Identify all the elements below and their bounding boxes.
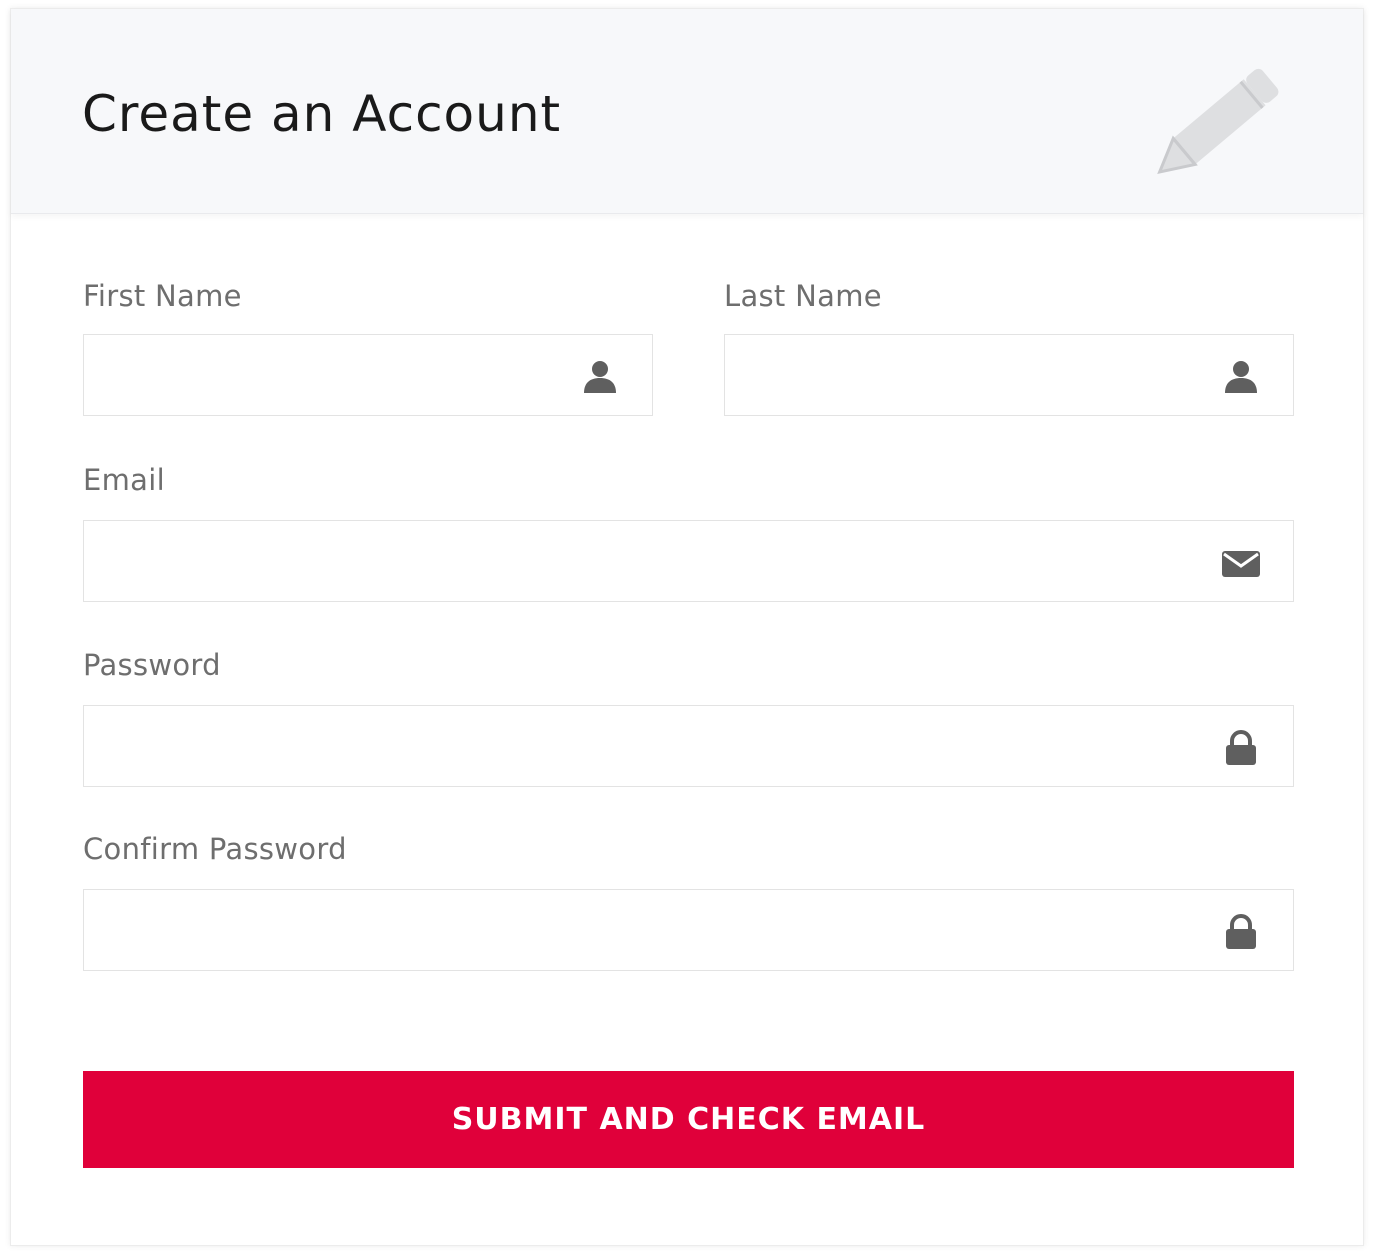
- password-input[interactable]: [84, 706, 1293, 786]
- email-input[interactable]: [84, 521, 1293, 601]
- page-title: Create an Account: [82, 85, 562, 143]
- last-name-label: Last Name: [724, 279, 882, 313]
- user-icon: [584, 361, 616, 393]
- first-name-field-wrapper: [83, 334, 653, 416]
- pencil-icon: [1157, 68, 1279, 175]
- submit-button[interactable]: SUBMIT AND CHECK EMAIL: [83, 1071, 1294, 1168]
- first-name-label: First Name: [83, 279, 242, 313]
- password-field-wrapper: [83, 705, 1294, 787]
- lock-icon: [1226, 914, 1256, 949]
- first-name-input[interactable]: [84, 335, 652, 415]
- confirm-password-label: Confirm Password: [83, 832, 347, 866]
- email-field-wrapper: [83, 520, 1294, 602]
- signup-card: Create an Account First Name Last Name E…: [10, 8, 1364, 1246]
- last-name-field-wrapper: [724, 334, 1294, 416]
- card-header: Create an Account: [11, 9, 1363, 214]
- password-label: Password: [83, 648, 221, 682]
- last-name-input[interactable]: [725, 335, 1293, 415]
- user-icon: [1225, 361, 1257, 393]
- confirm-password-field-wrapper: [83, 889, 1294, 971]
- envelope-icon: [1222, 551, 1260, 577]
- email-label: Email: [83, 463, 165, 497]
- confirm-password-input[interactable]: [84, 890, 1293, 970]
- lock-icon: [1226, 730, 1256, 765]
